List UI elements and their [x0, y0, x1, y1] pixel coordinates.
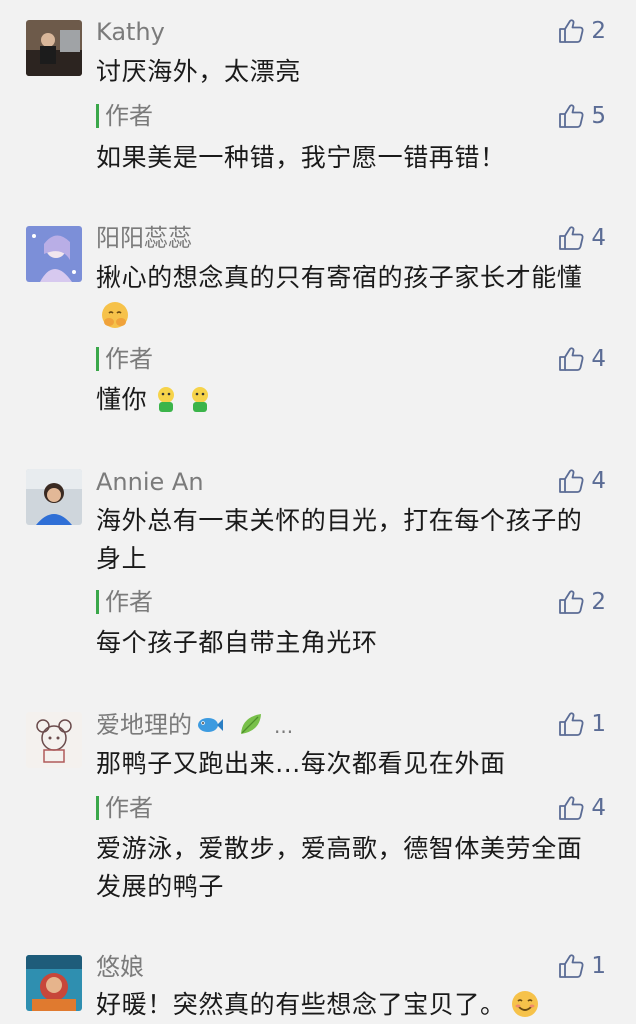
- like-button[interactable]: 2: [557, 16, 606, 46]
- thumbs-up-icon: [557, 952, 585, 980]
- author-reply-header: 作者: [96, 101, 153, 131]
- like-count: 4: [591, 468, 606, 494]
- like-count: 5: [591, 103, 606, 129]
- author-bar: [96, 796, 99, 820]
- fish-emoji: [194, 709, 224, 739]
- like-count: 4: [591, 795, 606, 821]
- name-ellipsis: ...: [274, 714, 294, 738]
- reply-text: 爱游泳，爱散步，爱高歌，德智体美劳全面发展的鸭子: [96, 834, 583, 901]
- thumbs-up-icon: [557, 224, 585, 252]
- author-reply-header: 作者: [96, 587, 153, 617]
- smile-emoji: [510, 989, 540, 1019]
- author-label: 作者: [105, 102, 153, 130]
- like-button[interactable]: 4: [557, 793, 606, 823]
- thumbs-up-icon: [557, 17, 585, 45]
- comment-text-content: 好暖！突然真的有些想念了宝贝了。: [96, 990, 506, 1019]
- thumbs-up-icon: [557, 588, 585, 616]
- green-person-emoji: [151, 384, 181, 414]
- avatar[interactable]: [26, 955, 82, 1011]
- author-label: 作者: [105, 794, 153, 822]
- commenter-name: 爱地理的...: [96, 709, 293, 741]
- commenter-name: Annie An: [96, 468, 204, 496]
- avatar[interactable]: [26, 469, 82, 525]
- like-button[interactable]: 4: [557, 344, 606, 374]
- author-bar: [96, 104, 99, 128]
- author-label: 作者: [105, 588, 153, 616]
- like-count: 4: [591, 346, 606, 372]
- thumbs-up-icon: [557, 794, 585, 822]
- comment-text-content: 揪心的想念真的只有寄宿的孩子家长才能懂: [96, 263, 583, 292]
- author-reply-header: 作者: [96, 793, 153, 823]
- comment-text: 讨厌海外，太漂亮: [96, 57, 301, 86]
- like-count: 2: [591, 589, 606, 615]
- like-button[interactable]: 1: [557, 951, 606, 981]
- commenter-name-text: 爱地理的: [96, 711, 192, 739]
- comment-text: 那鸭子又跑出来...每次都看见在外面: [96, 749, 506, 778]
- thumbs-up-icon: [557, 710, 585, 738]
- like-count: 4: [591, 225, 606, 251]
- like-count: 1: [591, 953, 606, 979]
- avatar[interactable]: [26, 226, 82, 282]
- commenter-name: 悠娘: [96, 953, 144, 981]
- comment-text: 海外总有一束关怀的目光，打在每个孩子的身上: [96, 506, 583, 573]
- reply-text-content: 懂你: [96, 385, 148, 414]
- like-button[interactable]: 5: [557, 101, 606, 131]
- author-reply-header: 作者: [96, 344, 153, 374]
- reply-text: 懂你: [96, 381, 596, 419]
- commenter-name: Kathy: [96, 18, 165, 46]
- green-person-emoji: [185, 384, 215, 414]
- avatar[interactable]: [26, 712, 82, 768]
- like-button[interactable]: 1: [557, 709, 606, 739]
- thumbs-up-icon: [557, 467, 585, 495]
- commenter-name: 阳阳蕊蕊: [96, 224, 192, 252]
- author-bar: [96, 347, 99, 371]
- like-button[interactable]: 4: [557, 466, 606, 496]
- hands-face-emoji: [100, 300, 130, 330]
- like-count: 1: [591, 711, 606, 737]
- reply-text: 如果美是一种错，我宁愿一错再错！: [96, 143, 506, 172]
- thumbs-up-icon: [557, 102, 585, 130]
- like-button[interactable]: 4: [557, 223, 606, 253]
- comment-text: 揪心的想念真的只有寄宿的孩子家长才能懂: [96, 259, 586, 335]
- thumbs-up-icon: [557, 345, 585, 373]
- like-button[interactable]: 2: [557, 587, 606, 617]
- comment-text: 好暖！突然真的有些想念了宝贝了。: [96, 986, 596, 1024]
- author-label: 作者: [105, 345, 153, 373]
- author-bar: [96, 590, 99, 614]
- leaf-emoji: [236, 709, 266, 739]
- avatar[interactable]: [26, 20, 82, 76]
- reply-text: 每个孩子都自带主角光环: [96, 628, 378, 657]
- like-count: 2: [591, 18, 606, 44]
